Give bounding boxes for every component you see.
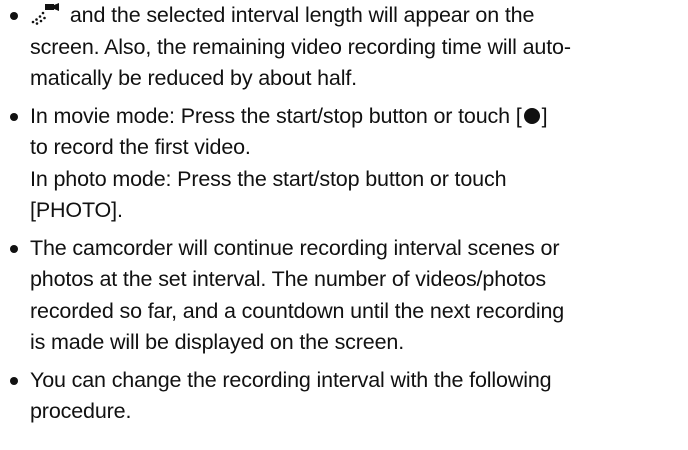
item-4-line-1: You can change the recording interval wi… [30, 367, 552, 392]
bullet-dot [10, 376, 18, 385]
item-2-line-4: [PHOTO]. [30, 198, 123, 222]
bullet-dot [10, 112, 18, 121]
bullet-dot [10, 244, 18, 253]
text-line: In movie mode: Press the start/stop butt… [30, 101, 670, 133]
text-line: and the selected interval length will ap… [30, 0, 670, 32]
item-3-line-3: recorded so far, and a countdown until t… [30, 298, 565, 323]
item-2-line-2: to record the first video. [30, 135, 251, 159]
item-1-line-3: matically be reduced by about half. [30, 66, 358, 90]
list-item: You can change the recording interval wi… [4, 365, 670, 428]
item-2-line-1-pre: In movie mode: Press the start/stop butt… [30, 103, 522, 128]
record-icon [523, 107, 540, 124]
item-1-line-2: screen. Also, the remaining video record… [30, 34, 571, 59]
list-item: The camcorder will continue recording in… [4, 233, 670, 359]
list-item: In movie mode: Press the start/stop butt… [4, 101, 670, 227]
item-1-line-1: and the selected interval length will ap… [64, 3, 535, 27]
item-3-line-4: is made will be displayed on the screen. [30, 330, 405, 354]
list-item: and the selected interval length will ap… [4, 0, 670, 95]
item-3-line-2: photos at the set interval. The number o… [30, 267, 547, 291]
item-2-line-3: In photo mode: Press the start/stop butt… [30, 166, 507, 191]
bullet-dot [10, 12, 18, 20]
item-3-line-1: The camcorder will continue recording in… [30, 235, 560, 260]
item-4-line-2: procedure. [30, 399, 132, 423]
interval-recording-icon [30, 3, 60, 25]
manual-page: and the selected interval length will ap… [0, 0, 688, 450]
item-2-line-1-post: ] [541, 103, 548, 128]
instruction-list: and the selected interval length will ap… [4, 0, 670, 428]
